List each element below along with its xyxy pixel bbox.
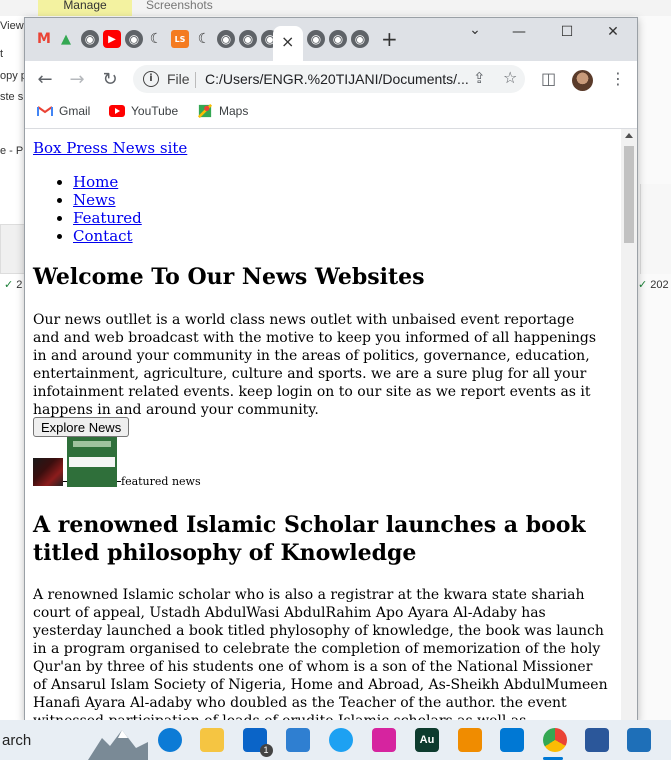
globe-icon[interactable]: ◉ — [329, 30, 347, 48]
nav-link[interactable]: Home — [73, 173, 118, 191]
address-bar[interactable]: i File C:/Users/ENGR.%20TIJANI/Documents… — [133, 65, 525, 93]
notification-badge: 1 — [259, 743, 273, 757]
bookmarks-bar: Gmail YouTube Maps — [25, 98, 637, 129]
site-info-icon[interactable]: i — [143, 71, 159, 87]
ribbon-paste-label[interactable]: ste s — [0, 91, 23, 103]
audition-icon[interactable]: Au — [415, 728, 439, 752]
welcome-heading: Welcome To Our News Websites — [33, 264, 425, 290]
sync-status-left: ✓ 2 — [4, 279, 23, 291]
reload-button[interactable]: ↻ — [100, 69, 120, 90]
app-label: Au — [419, 734, 435, 746]
featured-news-caption: featured news — [121, 475, 201, 488]
nav-item-contact: Contact — [73, 227, 142, 245]
ribbon-cut-label[interactable]: t — [0, 48, 3, 60]
book-cover-image[interactable] — [67, 437, 117, 487]
tab-strip: M ▲ ◉ ▶ ◉ ☾ LS ☾ ◉ ◉ ◉ × ◉ ◉ ◉ + ⌄ — ☐ ✕ — [25, 18, 637, 61]
profile-avatar[interactable] — [572, 70, 593, 91]
instagram-icon[interactable] — [372, 728, 396, 752]
url-scheme-label: File — [167, 71, 190, 87]
ls-icon[interactable]: LS — [171, 30, 189, 48]
file-thumbnail[interactable] — [0, 224, 26, 274]
bookmark-label: Gmail — [59, 104, 91, 118]
ribbon-view-label[interactable]: View — [0, 20, 24, 32]
gmail-icon[interactable]: M — [35, 30, 53, 48]
globe-icon[interactable]: ◉ — [81, 30, 99, 48]
share-icon[interactable]: ⇪ — [473, 69, 486, 87]
page-viewport: Box Press News site Home News Featured C… — [25, 129, 621, 721]
bookmark-maps[interactable]: Maps — [197, 104, 248, 118]
bookmark-label: Maps — [219, 104, 249, 118]
ribbon-copy-path-label[interactable]: opy p — [0, 70, 27, 82]
page-scrollbar[interactable] — [621, 129, 637, 721]
browser-toolbar: ← → ↻ i File C:/Users/ENGR.%20TIJANI/Doc… — [25, 61, 637, 98]
chrome-icon[interactable] — [543, 728, 567, 752]
twitter-icon[interactable] — [329, 728, 353, 752]
word-icon[interactable] — [585, 728, 609, 752]
bookmark-label: YouTube — [131, 104, 179, 118]
maps-icon — [197, 104, 213, 118]
explorer-path-fragment: e - P — [0, 145, 24, 157]
sync-status-right: ✓ 202 — [638, 279, 669, 291]
youtube-icon — [109, 105, 125, 117]
globe-icon[interactable]: ◉ — [239, 30, 257, 48]
ribbon-manage-tab[interactable]: Manage — [38, 0, 132, 16]
back-button[interactable]: ← — [35, 69, 55, 90]
minimize-button[interactable]: — — [499, 24, 539, 44]
intro-paragraph: Our news outllet is a world class news o… — [33, 312, 597, 418]
url-text[interactable]: C:/Users/ENGR.%20TIJANI/Documents/... — [205, 71, 469, 87]
nav-item-featured: Featured — [73, 209, 142, 227]
forward-button[interactable]: → — [67, 69, 87, 90]
vscode-icon[interactable] — [500, 728, 524, 752]
windows-taskbar: arch 1 Au — [0, 720, 671, 760]
ribbon-screenshots-label: Screenshots — [146, 0, 213, 12]
explorer-right-column — [636, 16, 671, 720]
nav-link[interactable]: News — [73, 191, 116, 209]
search-highlight-icon[interactable] — [88, 724, 148, 760]
file-explorer-icon[interactable] — [200, 728, 224, 752]
close-window-button[interactable]: ✕ — [593, 24, 633, 44]
edge-icon[interactable] — [158, 728, 182, 752]
omnibox-separator — [195, 72, 196, 88]
site-home-link[interactable]: Box Press News site — [33, 139, 187, 157]
tab-search-icon[interactable]: ⌄ — [455, 22, 495, 42]
close-tab-icon[interactable]: × — [281, 32, 294, 51]
google-drive-icon[interactable]: ▲ — [57, 30, 75, 48]
nav-link[interactable]: Contact — [73, 227, 133, 245]
crescent-icon[interactable]: ☾ — [147, 30, 165, 48]
vlc-icon[interactable] — [458, 728, 482, 752]
new-tab-button[interactable]: + — [381, 29, 398, 49]
news-thumbnail-image[interactable] — [33, 458, 63, 486]
scroll-up-arrow-icon[interactable] — [625, 133, 633, 138]
youtube-icon[interactable]: ▶ — [103, 30, 121, 48]
bookmark-star-icon[interactable]: ☆ — [503, 68, 517, 87]
store-icon[interactable] — [286, 728, 310, 752]
mail-icon[interactable]: 1 — [243, 728, 273, 757]
chrome-window: M ▲ ◉ ▶ ◉ ☾ LS ☾ ◉ ◉ ◉ × ◉ ◉ ◉ + ⌄ — ☐ ✕ ← → ↻ i Fil… — [24, 17, 638, 722]
article-body: A renowned Islamic scholar who is also a… — [33, 587, 608, 721]
maximize-button[interactable]: ☐ — [547, 24, 587, 44]
nav-item-news: News — [73, 191, 142, 209]
nav-item-home: Home — [73, 173, 142, 191]
active-tab[interactable]: × — [273, 26, 303, 61]
crescent-icon[interactable]: ☾ — [195, 30, 213, 48]
file-thumbnail-right[interactable] — [640, 184, 671, 274]
gmail-icon — [37, 106, 53, 116]
globe-icon[interactable]: ◉ — [217, 30, 235, 48]
scrollbar-thumb[interactable] — [624, 146, 634, 243]
nav-link[interactable]: Featured — [73, 209, 142, 227]
globe-icon[interactable]: ◉ — [307, 30, 325, 48]
explore-news-button[interactable]: Explore News — [33, 417, 130, 437]
photos-icon[interactable] — [627, 728, 651, 752]
globe-icon[interactable]: ◉ — [125, 30, 143, 48]
bookmark-gmail[interactable]: Gmail — [37, 104, 90, 118]
menu-kebab-icon[interactable]: ⋮ — [610, 69, 626, 88]
globe-icon[interactable]: ◉ — [351, 30, 369, 48]
taskbar-search[interactable]: arch — [2, 732, 31, 749]
article-heading: A renowned Islamic Scholar launches a bo… — [33, 512, 586, 566]
bookmark-youtube[interactable]: YouTube — [109, 104, 178, 118]
side-panel-icon[interactable]: ◫ — [541, 69, 556, 88]
main-nav: Home News Featured Contact — [73, 173, 142, 245]
